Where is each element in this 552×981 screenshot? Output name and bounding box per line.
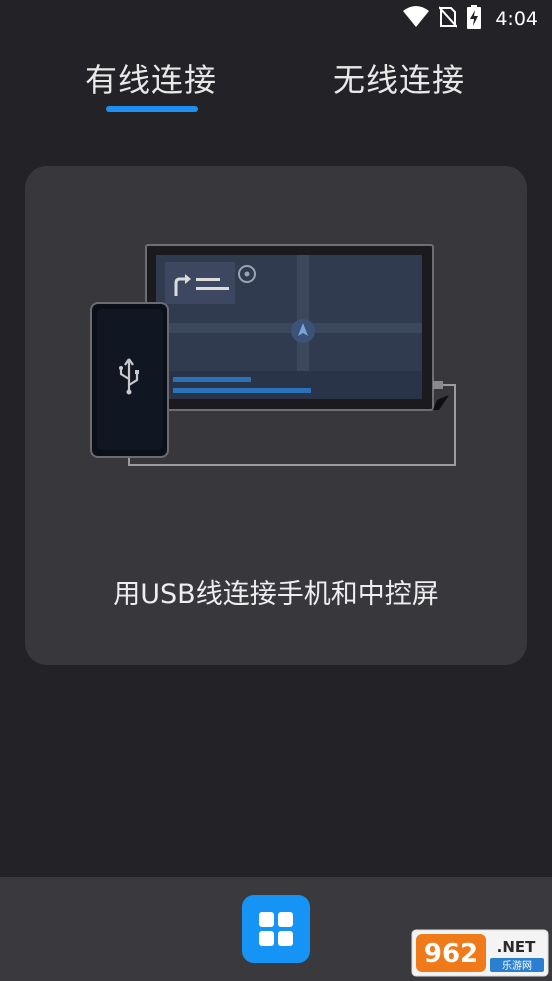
tab-selected-indicator: [106, 106, 198, 112]
usb-connection-illustration: [90, 244, 456, 466]
status-bar: 4:04: [0, 0, 552, 38]
apps-grid-button[interactable]: [242, 895, 310, 963]
no-sim-icon: [438, 6, 459, 32]
phone-graphic: [90, 302, 169, 458]
grid-icon: [259, 912, 293, 946]
instruction-text: 用USB线连接手机和中控屏: [113, 579, 439, 610]
connection-tabs: 有线连接 无线连接: [0, 55, 552, 125]
site-watermark-logo: 962 .NET 乐游网: [411, 929, 549, 977]
clock: 4:04: [495, 8, 538, 30]
car-display-graphic: [145, 244, 449, 411]
tab-wireless[interactable]: 无线连接: [333, 55, 465, 101]
battery-charging-icon: [467, 5, 482, 33]
tab-wired[interactable]: 有线连接: [85, 55, 217, 101]
svg-text:962: 962: [424, 939, 478, 969]
wifi-icon: [403, 6, 430, 32]
svg-text:乐游网: 乐游网: [502, 959, 532, 972]
instruction-card: 用USB线连接手机和中控屏: [25, 166, 527, 665]
svg-text:.NET: .NET: [497, 938, 536, 956]
